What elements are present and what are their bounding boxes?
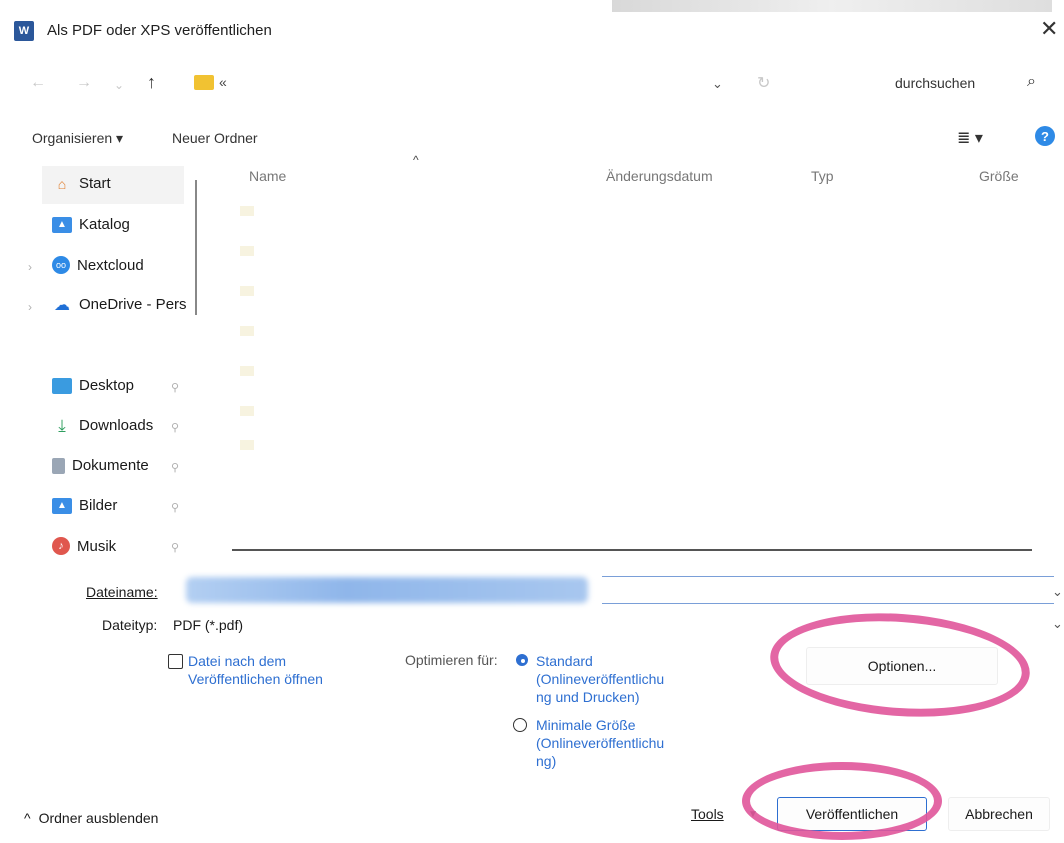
sidebar-item-label: Nextcloud [77, 256, 144, 274]
up-arrow-icon[interactable]: ↑ [147, 72, 156, 93]
open-after-publish-label[interactable]: Datei nach dem Veröffentlichen öffnen [188, 652, 323, 688]
sort-ascending-icon: ^ [413, 153, 419, 167]
help-icon[interactable]: ? [1035, 126, 1055, 146]
optimize-standard-radio[interactable] [516, 654, 528, 666]
hide-folders-label: Ordner ausblenden [38, 810, 159, 826]
filename-dropdown-icon[interactable]: ⌄ [1052, 584, 1063, 600]
organize-menu-button[interactable]: Organisieren ▾ [32, 130, 123, 147]
sidebar-item-bilder[interactable]: ▲ Bilder [52, 497, 117, 514]
back-arrow-icon[interactable]: ← [30, 74, 46, 92]
sidebar-item-desktop[interactable]: Desktop [52, 377, 134, 394]
cancel-button[interactable]: Abbrechen [948, 797, 1050, 831]
expand-chevron-icon[interactable]: › [28, 260, 32, 274]
filetype-dropdown-icon[interactable]: ⌄ [1052, 616, 1063, 632]
tools-menu[interactable]: Tools [691, 806, 724, 822]
view-options-icon[interactable]: ≣ ▾ [957, 128, 983, 148]
sidebar-item-label: Desktop [79, 377, 135, 394]
new-folder-button[interactable]: Neuer Ordner [172, 130, 258, 146]
close-icon[interactable]: ✕ [1040, 16, 1058, 42]
filetype-label: Dateityp: [102, 617, 158, 633]
word-app-icon: W [14, 21, 34, 41]
file-row-ghost [240, 246, 254, 256]
forward-arrow-icon[interactable]: → [76, 74, 92, 92]
scan-artifact [612, 0, 1052, 12]
optimize-label: Optimieren für: [405, 652, 498, 668]
window-title: Als PDF oder XPS veröffentlichen [47, 22, 272, 39]
open-after-publish-checkbox[interactable] [168, 654, 183, 669]
file-row-ghost [240, 326, 254, 336]
sidebar-item-label: Musik [77, 537, 117, 555]
breadcrumb[interactable]: « [219, 74, 227, 90]
column-header-modified[interactable]: Änderungsdatum [606, 168, 713, 184]
file-row-ghost [240, 286, 254, 296]
sidebar-item-label: Katalog [79, 216, 130, 233]
file-row-ghost [240, 440, 254, 450]
sidebar-item-katalog[interactable]: ▲ Katalog [52, 216, 130, 233]
file-row-ghost [240, 206, 254, 216]
file-row-ghost [240, 366, 254, 376]
sidebar-item-downloads[interactable]: ⤓ Downloads [52, 415, 154, 435]
home-icon: ⌂ [57, 175, 67, 192]
sidebar-item-label: Start [79, 175, 111, 192]
pin-icon[interactable]: ⚲ [171, 421, 179, 434]
sidebar-item-nextcloud[interactable]: oo Nextcloud [52, 256, 144, 274]
pin-icon[interactable]: ⚲ [171, 501, 179, 514]
sidebar-item-musik[interactable]: ♪ Musik [52, 537, 116, 555]
pin-icon[interactable]: ⚲ [171, 461, 179, 474]
annotation-circle-publish [742, 762, 942, 840]
sidebar-item-onedrive[interactable]: ☁ OneDrive - Pers [52, 296, 192, 313]
hide-folders-toggle[interactable]: ^ Ordner ausblenden [24, 810, 158, 826]
search-input[interactable]: durchsuchen [895, 75, 975, 91]
filetype-select[interactable]: PDF (*.pdf) [173, 617, 243, 633]
file-row-ghost [240, 406, 254, 416]
chevron-up-icon: ^ [24, 810, 31, 826]
sidebar-item-label: Downloads [79, 417, 154, 434]
sidebar-item-label: Bilder [79, 497, 118, 514]
annotation-circle-options [766, 605, 1034, 725]
search-icon[interactable]: ⌕ [1027, 73, 1036, 91]
pictures-icon: ▲ [52, 497, 72, 514]
sidebar-item-label: OneDrive - Pers [79, 296, 187, 313]
column-header-name[interactable]: Name [249, 168, 286, 184]
address-dropdown-icon[interactable]: ⌄ [712, 76, 723, 92]
optimize-standard-label[interactable]: Standard (Onlineveröffentlichu ng und Dr… [536, 652, 664, 706]
download-icon: ⤓ [58, 415, 66, 435]
nextcloud-icon: oo [52, 256, 70, 274]
file-list-scrollbar[interactable] [232, 549, 1032, 551]
recent-locations-chevron-icon[interactable]: ⌄ [114, 78, 124, 92]
column-header-type[interactable]: Typ [811, 168, 834, 184]
onedrive-icon: ☁ [54, 296, 70, 314]
sidebar-item-dokumente[interactable]: Dokumente [52, 457, 149, 474]
optimize-minimal-label[interactable]: Minimale Größe (Onlineveröffentlichu ng) [536, 716, 664, 770]
sidebar-scrollbar[interactable] [195, 180, 197, 315]
music-icon: ♪ [52, 537, 70, 555]
column-header-size[interactable]: Größe [979, 168, 1019, 184]
filename-field-extension[interactable] [602, 576, 1054, 604]
pin-icon[interactable]: ⚲ [171, 381, 179, 394]
optimize-minimal-radio[interactable] [513, 718, 527, 732]
gallery-icon: ▲ [52, 216, 72, 233]
sidebar-item-label: Dokumente [72, 457, 149, 474]
filename-label: Dateiname: [86, 584, 158, 600]
refresh-icon[interactable]: ↻ [757, 73, 770, 93]
desktop-icon [52, 377, 72, 394]
sidebar-item-start[interactable]: ⌂ Start [52, 175, 111, 192]
expand-chevron-icon[interactable]: › [28, 300, 32, 314]
document-icon [52, 457, 65, 474]
pin-icon[interactable]: ⚲ [171, 541, 179, 554]
filename-field[interactable] [186, 577, 588, 603]
folder-icon [194, 75, 214, 90]
